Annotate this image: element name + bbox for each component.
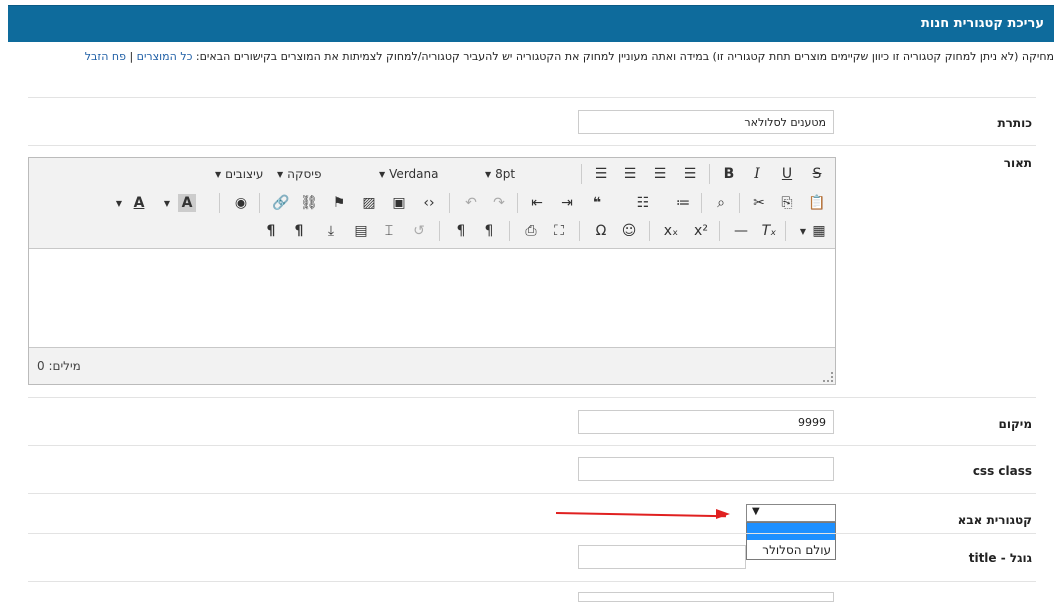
print-icon[interactable]: ⎙	[519, 219, 543, 243]
divider	[28, 533, 1036, 534]
restore-icon[interactable]: ↺	[407, 219, 431, 243]
editor-content-area[interactable]	[29, 249, 835, 349]
paragraph-mark-icon[interactable]: ¶	[259, 219, 283, 243]
numbered-list-icon[interactable]: ≔	[671, 191, 695, 215]
underline-icon[interactable]: U	[775, 162, 799, 186]
insert-icon[interactable]: ⤓	[319, 219, 343, 243]
image-icon[interactable]: ▨	[357, 191, 381, 215]
align-center-icon[interactable]: ☰	[618, 162, 642, 186]
special-char-icon[interactable]: Ω	[589, 219, 613, 243]
subscript-icon[interactable]: xₓ	[659, 219, 683, 243]
divider	[28, 397, 1036, 398]
resize-handle-icon[interactable]	[823, 372, 833, 382]
font-size-select[interactable]: ▼ 8pt	[481, 163, 515, 185]
rich-text-editor: S U I B ☰ ☰ ☰ ☰ ▼ 8pt ▼ Verdana ▼ פיסקה ▼ עי…	[28, 157, 836, 385]
font-family-select[interactable]: ▼ Verdana	[375, 163, 438, 185]
rtl-icon[interactable]: ¶	[477, 219, 501, 243]
delete-notice: מחיקה (לא ניתן למחוק קטגוריה זו כיוון שק…	[85, 50, 1054, 63]
fullscreen-icon[interactable]: ⛶	[547, 219, 571, 243]
divider	[28, 493, 1036, 494]
description-label: תאור	[1003, 156, 1032, 170]
template-icon[interactable]: ▤	[349, 219, 373, 243]
align-left-icon[interactable]: ☰	[589, 162, 613, 186]
emoticon-icon[interactable]: ☺	[617, 219, 641, 243]
link-icon[interactable]: 🔗	[269, 191, 293, 215]
preview-icon[interactable]: ◉	[229, 191, 253, 215]
horizontal-rule-icon[interactable]: —	[729, 219, 753, 243]
dropdown-option-empty[interactable]	[747, 523, 835, 540]
position-label: מיקום	[998, 417, 1032, 431]
css-class-label: css class	[972, 464, 1032, 478]
title-input[interactable]: מטענים לסלולאר	[578, 110, 834, 134]
strikethrough-icon[interactable]: S	[805, 162, 829, 186]
chevron-down-icon: ▼	[752, 506, 760, 517]
annotation-arrowhead	[716, 509, 730, 519]
clear-format-icon[interactable]: Tₓ	[757, 219, 781, 243]
find-icon[interactable]: ⌕	[709, 191, 733, 215]
source-code-icon[interactable]: ‹›	[417, 191, 441, 215]
bullet-list-icon[interactable]: ☷	[631, 191, 655, 215]
google-title-label: גוגל - title	[968, 551, 1032, 565]
all-products-link[interactable]: כל המוצרים	[137, 50, 193, 63]
indent-icon[interactable]: ⇥	[555, 191, 579, 215]
ltr-icon[interactable]: ¶	[449, 219, 473, 243]
page-header: עריכת קטגורית חנות	[8, 5, 1054, 42]
unlink-icon[interactable]: ⛓	[297, 191, 321, 215]
paragraph-select[interactable]: ▼ פיסקה	[273, 163, 321, 185]
align-right-icon[interactable]: ☰	[648, 162, 672, 186]
divider	[28, 97, 1036, 98]
parent-category-dropdown: עולם הסלולר	[746, 522, 836, 560]
css-class-input[interactable]	[578, 457, 834, 481]
italic-icon[interactable]: I	[745, 162, 769, 186]
blockquote-icon[interactable]: ❝	[585, 191, 609, 215]
trash-link[interactable]: פח הזבל	[85, 50, 126, 63]
background-color-icon[interactable]: A	[178, 194, 196, 212]
align-justify-icon[interactable]: ☰	[678, 162, 702, 186]
chevron-down-icon[interactable]: ▼	[155, 191, 179, 215]
divider	[28, 581, 1036, 582]
superscript-icon[interactable]: x²	[689, 219, 713, 243]
google-title-input[interactable]	[578, 545, 746, 569]
page-title: עריכת קטגורית חנות	[921, 16, 1044, 31]
styles-select[interactable]: ▼ עיצובים	[211, 163, 263, 185]
outdent-icon[interactable]: ⇤	[525, 191, 549, 215]
notice-text: מחיקה (לא ניתן למחוק קטגוריה זו כיוון שק…	[195, 50, 1054, 63]
parent-category-select[interactable]: ▼	[746, 504, 836, 522]
media-icon[interactable]: ▣	[387, 191, 411, 215]
position-input[interactable]: 9999	[578, 410, 834, 434]
bold-icon[interactable]: B	[717, 162, 741, 186]
parent-category-label: קטגורית אבא	[957, 513, 1032, 527]
copy-icon[interactable]: ⎘	[775, 191, 799, 215]
paste-icon[interactable]: 📋	[805, 191, 829, 215]
pagebreak-icon[interactable]: ⌶	[377, 219, 401, 243]
word-count: מילים: 0	[37, 359, 81, 373]
cut-icon[interactable]: ✂	[747, 191, 771, 215]
annotation-arrow	[555, 512, 726, 518]
bookmark-icon[interactable]: ⚑	[327, 191, 351, 215]
redo-icon[interactable]: ↷	[487, 191, 511, 215]
next-input[interactable]	[578, 592, 834, 602]
editor-statusbar: מילים: 0	[29, 347, 835, 384]
chevron-down-icon[interactable]: ▼	[791, 219, 815, 243]
link-separator: |	[129, 50, 134, 63]
undo-icon[interactable]: ↶	[459, 191, 483, 215]
show-blocks-icon[interactable]: ¶	[287, 219, 311, 243]
divider	[28, 445, 1036, 446]
divider	[28, 145, 1036, 146]
dropdown-option-cellular-world[interactable]: עולם הסלולר	[762, 543, 831, 557]
chevron-down-icon[interactable]: ▼	[107, 191, 131, 215]
title-label: כותרת	[997, 116, 1032, 130]
editor-toolbar: S U I B ☰ ☰ ☰ ☰ ▼ 8pt ▼ Verdana ▼ פיסקה ▼ עי…	[29, 158, 835, 249]
